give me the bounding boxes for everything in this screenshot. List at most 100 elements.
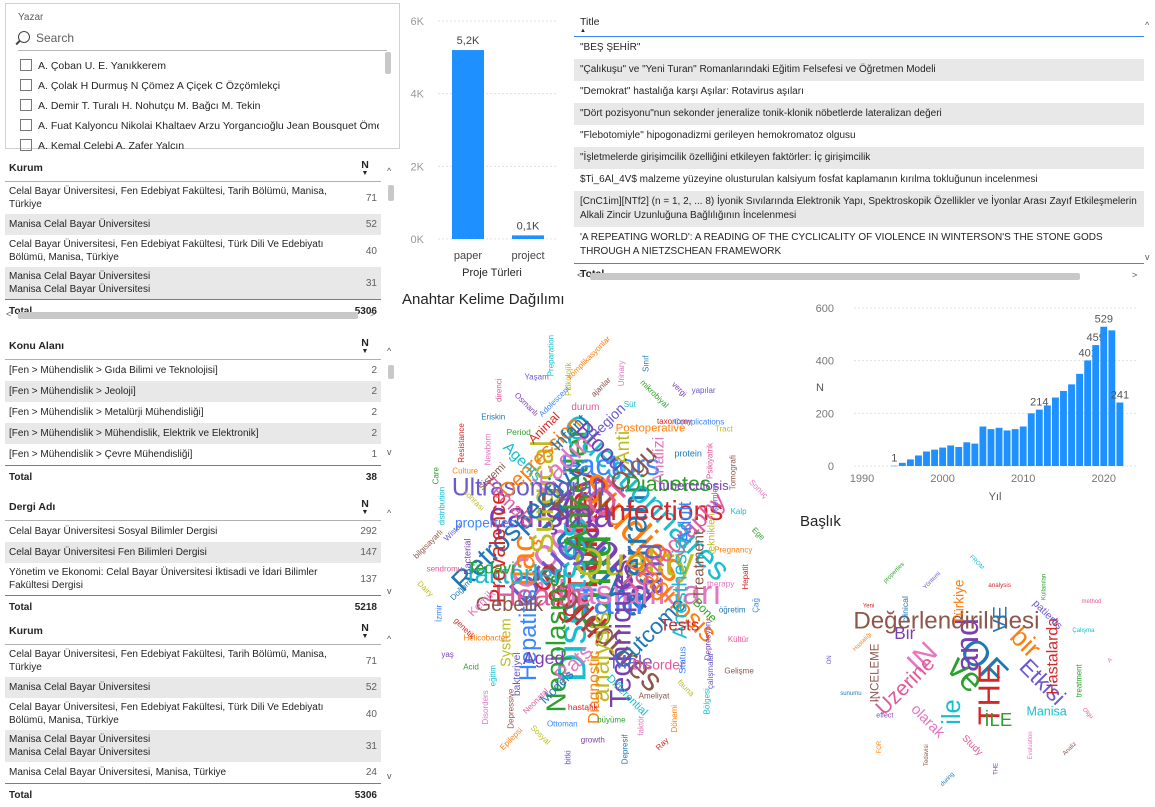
scroll-up-icon[interactable]: ^ xyxy=(387,166,391,176)
column-header[interactable]: Kurum xyxy=(9,625,353,637)
title-row[interactable]: "Flebotomiyle" hipogonadizmi gerileyen h… xyxy=(574,125,1144,147)
bar[interactable] xyxy=(452,50,484,239)
slicer-item[interactable]: A. Fuat Kalyoncu Nikolai Khaltaev Arzu Y… xyxy=(20,116,379,136)
checkbox-icon[interactable] xyxy=(20,119,32,132)
table-row[interactable]: [Fen > Mühendislik > Metalürji Mühendisl… xyxy=(5,402,381,423)
title-table-hscrollbar[interactable] xyxy=(590,273,1080,280)
bar[interactable] xyxy=(1068,384,1075,466)
kurum-table-scrollbar[interactable] xyxy=(388,185,394,201)
konu-table-scrollbar[interactable] xyxy=(388,365,394,379)
bar[interactable] xyxy=(898,462,906,466)
title-row[interactable]: "Demokrat" hastalığa karşı Aşılar: Rotav… xyxy=(574,81,1144,103)
table-row[interactable]: [Fen > Mühendislik > Çevre Mühendisliği]… xyxy=(5,444,381,465)
column-header-n[interactable]: N ▼ xyxy=(353,159,377,177)
bar[interactable] xyxy=(512,235,544,239)
bar[interactable] xyxy=(955,447,963,466)
bar[interactable] xyxy=(1011,429,1019,466)
bar[interactable] xyxy=(1092,345,1100,466)
bar[interactable] xyxy=(923,451,930,466)
bar[interactable] xyxy=(963,442,971,466)
title-row[interactable]: "Dört pozisyonu"nun sekonder jeneralize … xyxy=(574,103,1144,125)
bar[interactable] xyxy=(947,445,955,466)
title-row[interactable]: 'A REPEATING WORLD': A READING OF THE CY… xyxy=(574,227,1144,263)
scroll-left-icon[interactable]: < xyxy=(6,309,11,319)
cell-count: 1 xyxy=(371,449,377,460)
slicer-item[interactable]: A. Çoban U. E. Yanıkkerem xyxy=(20,56,379,76)
title-row[interactable]: "BEŞ ŞEHİR" xyxy=(574,37,1144,59)
scroll-right-icon[interactable]: > xyxy=(1132,270,1137,280)
bar[interactable] xyxy=(1100,326,1108,466)
table-row[interactable]: Celal Bayar Üniversitesi, Fen Edebiyat F… xyxy=(5,645,381,677)
data-label: 0,1K xyxy=(517,220,540,232)
bar[interactable] xyxy=(1027,413,1035,466)
table-row[interactable]: Manisa Celal Bayar Üniversitesi Manisa C… xyxy=(5,267,381,299)
title-column-header[interactable]: Title ▲ xyxy=(574,12,1144,37)
bar[interactable] xyxy=(939,447,947,466)
checkbox-icon[interactable] xyxy=(20,59,32,72)
bar[interactable] xyxy=(931,449,938,466)
scroll-right-icon[interactable]: > xyxy=(370,309,375,319)
column-header-n[interactable]: N ▼ xyxy=(353,498,377,516)
table-row[interactable]: Manisa Celal Bayar Üniversitesi Manisa C… xyxy=(5,730,381,762)
bar[interactable] xyxy=(979,426,987,467)
bar[interactable] xyxy=(1043,405,1051,466)
title-row[interactable]: "Çalıkuşu" ve "Yeni Turan" Romanlarındak… xyxy=(574,59,1144,81)
title-row[interactable]: $Ti_6Al_4V$ malzeme yüzeyine olusturulan… xyxy=(574,169,1144,191)
bar[interactable] xyxy=(1060,390,1067,466)
column-header[interactable]: Konu Alanı xyxy=(9,340,353,352)
bar[interactable] xyxy=(995,427,1003,466)
kurum-table-hscrollbar[interactable] xyxy=(18,312,358,319)
scroll-down-icon[interactable]: v xyxy=(387,771,392,781)
column-header[interactable]: Kurum xyxy=(9,162,353,174)
bar[interactable] xyxy=(915,455,922,466)
table-row[interactable]: Celal Bayar Üniversitesi, Fen Edebiyat F… xyxy=(5,698,381,730)
table-header[interactable]: Kurum N ▼ xyxy=(5,618,381,645)
table-row[interactable]: Yönetim ve Ekonomi: Celal Bayar Üniversi… xyxy=(5,563,381,595)
table-header[interactable]: Konu Alanı N ▼ xyxy=(5,333,381,360)
table-row[interactable]: Manisa Celal Bayar Üniversitesi 52 xyxy=(5,677,381,698)
bar[interactable] xyxy=(1084,360,1092,466)
scroll-up-icon[interactable]: ^ xyxy=(387,346,391,356)
bar[interactable] xyxy=(1076,373,1084,466)
table-header[interactable]: Dergi Adı N ▼ xyxy=(5,494,381,521)
scroll-up-icon[interactable]: ^ xyxy=(387,508,391,518)
bar[interactable] xyxy=(890,465,898,467)
table-row[interactable]: Manisa Celal Bayar Üniversitesi 52 xyxy=(5,214,381,235)
bar[interactable] xyxy=(1052,397,1059,466)
bar[interactable] xyxy=(906,459,914,466)
table-row[interactable]: Manisa Celal Bayar Üniversitesi, Manisa,… xyxy=(5,762,381,783)
bar[interactable] xyxy=(987,429,995,466)
table-row[interactable]: Celal Bayar Üniversitesi, Fen Edebiyat F… xyxy=(5,182,381,214)
scroll-down-icon[interactable]: v xyxy=(387,447,392,457)
scroll-up-icon[interactable]: ^ xyxy=(387,634,391,644)
table-header[interactable]: Kurum N ▼ xyxy=(5,155,381,182)
table-row[interactable]: [Fen > Mühendislik > Jeoloji] 2 xyxy=(5,381,381,402)
scroll-left-icon[interactable]: < xyxy=(577,270,582,280)
bar[interactable] xyxy=(1019,426,1027,467)
checkbox-icon[interactable] xyxy=(20,99,32,112)
title-row[interactable]: [CnC1im][NTf2] (n = 1, 2, ... 8) İyonik … xyxy=(574,191,1144,227)
scroll-up-icon[interactable]: ^ xyxy=(1145,20,1149,30)
checkbox-icon[interactable] xyxy=(20,139,32,152)
table-row[interactable]: Celal Bayar Üniversitesi Fen Bilimleri D… xyxy=(5,542,381,563)
table-row[interactable]: Celal Bayar Üniversitesi, Fen Edebiyat F… xyxy=(5,235,381,267)
slicer-item[interactable]: A. Kemal Celebi A. Zafer Yalcın xyxy=(20,136,379,156)
slicer-scrollbar[interactable] xyxy=(385,52,391,74)
checkbox-icon[interactable] xyxy=(20,79,32,92)
table-row[interactable]: Celal Bayar Üniversitesi Sosyal Bilimler… xyxy=(5,521,381,542)
slicer-item[interactable]: A. Çolak H Durmuş N Çömez A Çiçek C Özçö… xyxy=(20,76,379,96)
column-header-n[interactable]: N ▼ xyxy=(353,622,377,640)
scroll-down-icon[interactable]: v xyxy=(1145,252,1150,262)
bar[interactable] xyxy=(1035,409,1043,466)
bar[interactable] xyxy=(1116,402,1124,466)
slicer-item[interactable]: A. Demir T. Turalı H. Nohutçu M. Bağcı M… xyxy=(20,96,379,116)
title-row[interactable]: "İşletmelerde girişimcilik özelliğini et… xyxy=(574,147,1144,169)
column-header[interactable]: Dergi Adı xyxy=(9,501,353,513)
table-row[interactable]: [Fen > Mühendislik > Gıda Bilimi ve Tekn… xyxy=(5,360,381,381)
bar[interactable] xyxy=(971,443,979,466)
bar[interactable] xyxy=(1003,430,1011,466)
slicer-search[interactable]: Search xyxy=(18,30,74,45)
scroll-down-icon[interactable]: v xyxy=(387,586,392,596)
column-header-n[interactable]: N ▼ xyxy=(353,337,377,355)
table-row[interactable]: [Fen > Mühendislik > Mühendislik, Elektr… xyxy=(5,423,381,444)
